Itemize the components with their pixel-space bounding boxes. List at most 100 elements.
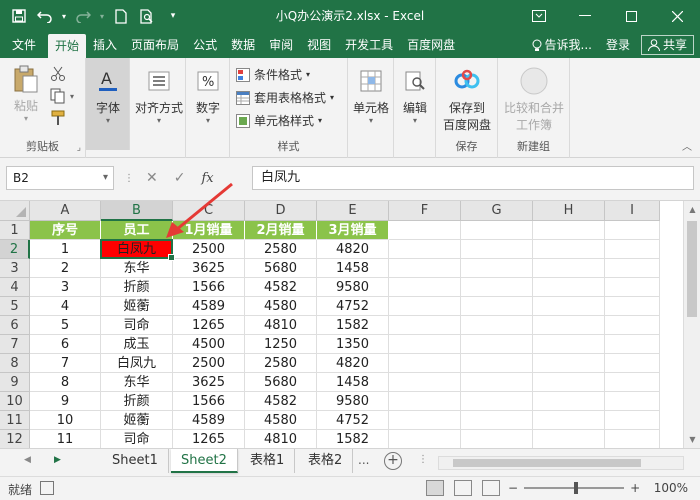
sheet-tab-table2[interactable]: 表格2 bbox=[298, 449, 354, 473]
cell-c1[interactable]: 1月销量 bbox=[173, 221, 245, 240]
cell-a12[interactable]: 11 bbox=[30, 430, 101, 449]
normal-view-icon[interactable] bbox=[426, 480, 444, 496]
paste-button[interactable]: 粘贴 ▾ bbox=[8, 64, 44, 123]
cell-a9[interactable]: 8 bbox=[30, 373, 101, 392]
cell-i10[interactable] bbox=[605, 392, 660, 411]
cell-d7[interactable]: 1250 bbox=[245, 335, 317, 354]
cell-g3[interactable] bbox=[461, 259, 533, 278]
cell-i5[interactable] bbox=[605, 297, 660, 316]
cell-f12[interactable] bbox=[389, 430, 461, 449]
cell-g9[interactable] bbox=[461, 373, 533, 392]
cell-h8[interactable] bbox=[533, 354, 605, 373]
customize-qat-icon[interactable]: ▾ bbox=[162, 5, 184, 27]
zoom-percent[interactable]: 100% bbox=[654, 481, 688, 495]
column-header-f[interactable]: F bbox=[389, 201, 461, 221]
column-header-d[interactable]: D bbox=[245, 201, 317, 221]
cells-button[interactable]: 单元格 ▾ bbox=[350, 66, 392, 125]
cell-i1[interactable] bbox=[605, 221, 660, 240]
ribbon-display-options-icon[interactable] bbox=[516, 0, 562, 32]
cell-i12[interactable] bbox=[605, 430, 660, 449]
minimize-icon[interactable] bbox=[562, 0, 608, 32]
table-format-button[interactable]: 套用表格格式 ▾ bbox=[236, 89, 334, 106]
cell-e7[interactable]: 1350 bbox=[317, 335, 389, 354]
cell-a7[interactable]: 6 bbox=[30, 335, 101, 354]
cell-i3[interactable] bbox=[605, 259, 660, 278]
cell-style-button[interactable]: 单元格样式 ▾ bbox=[236, 112, 322, 129]
cell-a6[interactable]: 5 bbox=[30, 316, 101, 335]
zoom-slider[interactable] bbox=[524, 482, 625, 494]
sheet-tab-sheet2[interactable]: Sheet2 bbox=[171, 449, 238, 473]
next-sheet-icon[interactable]: ▶ bbox=[54, 455, 61, 465]
cell-h6[interactable] bbox=[533, 316, 605, 335]
cell-c2[interactable]: 2500 bbox=[173, 240, 245, 259]
cell-c3[interactable]: 3625 bbox=[173, 259, 245, 278]
cell-a10[interactable]: 9 bbox=[30, 392, 101, 411]
row-header-4[interactable]: 4 bbox=[0, 278, 30, 297]
cell-a2[interactable]: 1 bbox=[30, 240, 101, 259]
cell-e5[interactable]: 4752 bbox=[317, 297, 389, 316]
cell-d6[interactable]: 4810 bbox=[245, 316, 317, 335]
tab-insert[interactable]: 插入 bbox=[86, 32, 124, 58]
column-header-b[interactable]: B bbox=[101, 201, 173, 221]
cell-b6[interactable]: 司命 bbox=[101, 316, 173, 335]
zoom-in-icon[interactable]: + bbox=[630, 481, 640, 495]
cell-i4[interactable] bbox=[605, 278, 660, 297]
cell-c9[interactable]: 3625 bbox=[173, 373, 245, 392]
login-link[interactable]: 登录 bbox=[599, 32, 637, 58]
cell-b8[interactable]: 白凤九 bbox=[101, 354, 173, 373]
column-header-a[interactable]: A bbox=[30, 201, 101, 221]
cell-d3[interactable]: 5680 bbox=[245, 259, 317, 278]
insert-function-icon[interactable]: fx bbox=[201, 171, 213, 186]
cell-i9[interactable] bbox=[605, 373, 660, 392]
cell-i7[interactable] bbox=[605, 335, 660, 354]
cell-h1[interactable] bbox=[533, 221, 605, 240]
name-box-dropdown-icon[interactable]: ▾ bbox=[103, 167, 108, 189]
cell-g1[interactable] bbox=[461, 221, 533, 240]
cell-h3[interactable] bbox=[533, 259, 605, 278]
share-button[interactable]: 共享 bbox=[640, 35, 694, 55]
cell-g11[interactable] bbox=[461, 411, 533, 430]
row-header-2[interactable]: 2 bbox=[0, 240, 30, 259]
cell-g7[interactable] bbox=[461, 335, 533, 354]
cell-e8[interactable]: 4820 bbox=[317, 354, 389, 373]
cell-g10[interactable] bbox=[461, 392, 533, 411]
tab-split-icon[interactable]: ⋮ bbox=[418, 454, 428, 465]
zoom-out-icon[interactable]: − bbox=[508, 481, 518, 495]
cancel-icon[interactable]: ✕ bbox=[146, 170, 158, 186]
cell-g2[interactable] bbox=[461, 240, 533, 259]
cell-d4[interactable]: 4582 bbox=[245, 278, 317, 297]
cell-c7[interactable]: 4500 bbox=[173, 335, 245, 354]
cell-d8[interactable]: 2580 bbox=[245, 354, 317, 373]
cell-c6[interactable]: 1265 bbox=[173, 316, 245, 335]
cell-d2[interactable]: 2580 bbox=[245, 240, 317, 259]
save-to-baidu-button[interactable]: 保存到 百度网盘 bbox=[438, 66, 496, 133]
name-box[interactable]: B2 ▾ bbox=[6, 166, 114, 190]
tab-review[interactable]: 审阅 bbox=[262, 32, 300, 58]
tab-file[interactable]: 文件 bbox=[0, 32, 48, 58]
cell-e3[interactable]: 1458 bbox=[317, 259, 389, 278]
zoom-slider-knob[interactable] bbox=[574, 482, 579, 494]
column-header-e[interactable]: E bbox=[317, 201, 389, 221]
cell-b12[interactable]: 司命 bbox=[101, 430, 173, 449]
cell-g5[interactable] bbox=[461, 297, 533, 316]
sheet-tab-sheet1[interactable]: Sheet1 bbox=[102, 449, 169, 473]
column-header-h[interactable]: H bbox=[533, 201, 605, 221]
select-all-corner[interactable] bbox=[0, 201, 30, 221]
row-header-12[interactable]: 12 bbox=[0, 430, 30, 449]
row-header-6[interactable]: 6 bbox=[0, 316, 30, 335]
scroll-down-icon[interactable]: ▼ bbox=[684, 433, 700, 447]
cell-b9[interactable]: 东华 bbox=[101, 373, 173, 392]
cell-g6[interactable] bbox=[461, 316, 533, 335]
group-font[interactable]: A 字体 ▾ bbox=[86, 58, 130, 150]
cell-e6[interactable]: 1582 bbox=[317, 316, 389, 335]
cell-g12[interactable] bbox=[461, 430, 533, 449]
cell-e2[interactable]: 4820 bbox=[317, 240, 389, 259]
cell-f1[interactable] bbox=[389, 221, 461, 240]
vertical-scroll-thumb[interactable] bbox=[687, 221, 697, 317]
cell-c4[interactable]: 1566 bbox=[173, 278, 245, 297]
cell-h2[interactable] bbox=[533, 240, 605, 259]
cell-f7[interactable] bbox=[389, 335, 461, 354]
add-sheet-icon[interactable]: + bbox=[384, 452, 402, 470]
cell-d5[interactable]: 4580 bbox=[245, 297, 317, 316]
cell-e10[interactable]: 9580 bbox=[317, 392, 389, 411]
